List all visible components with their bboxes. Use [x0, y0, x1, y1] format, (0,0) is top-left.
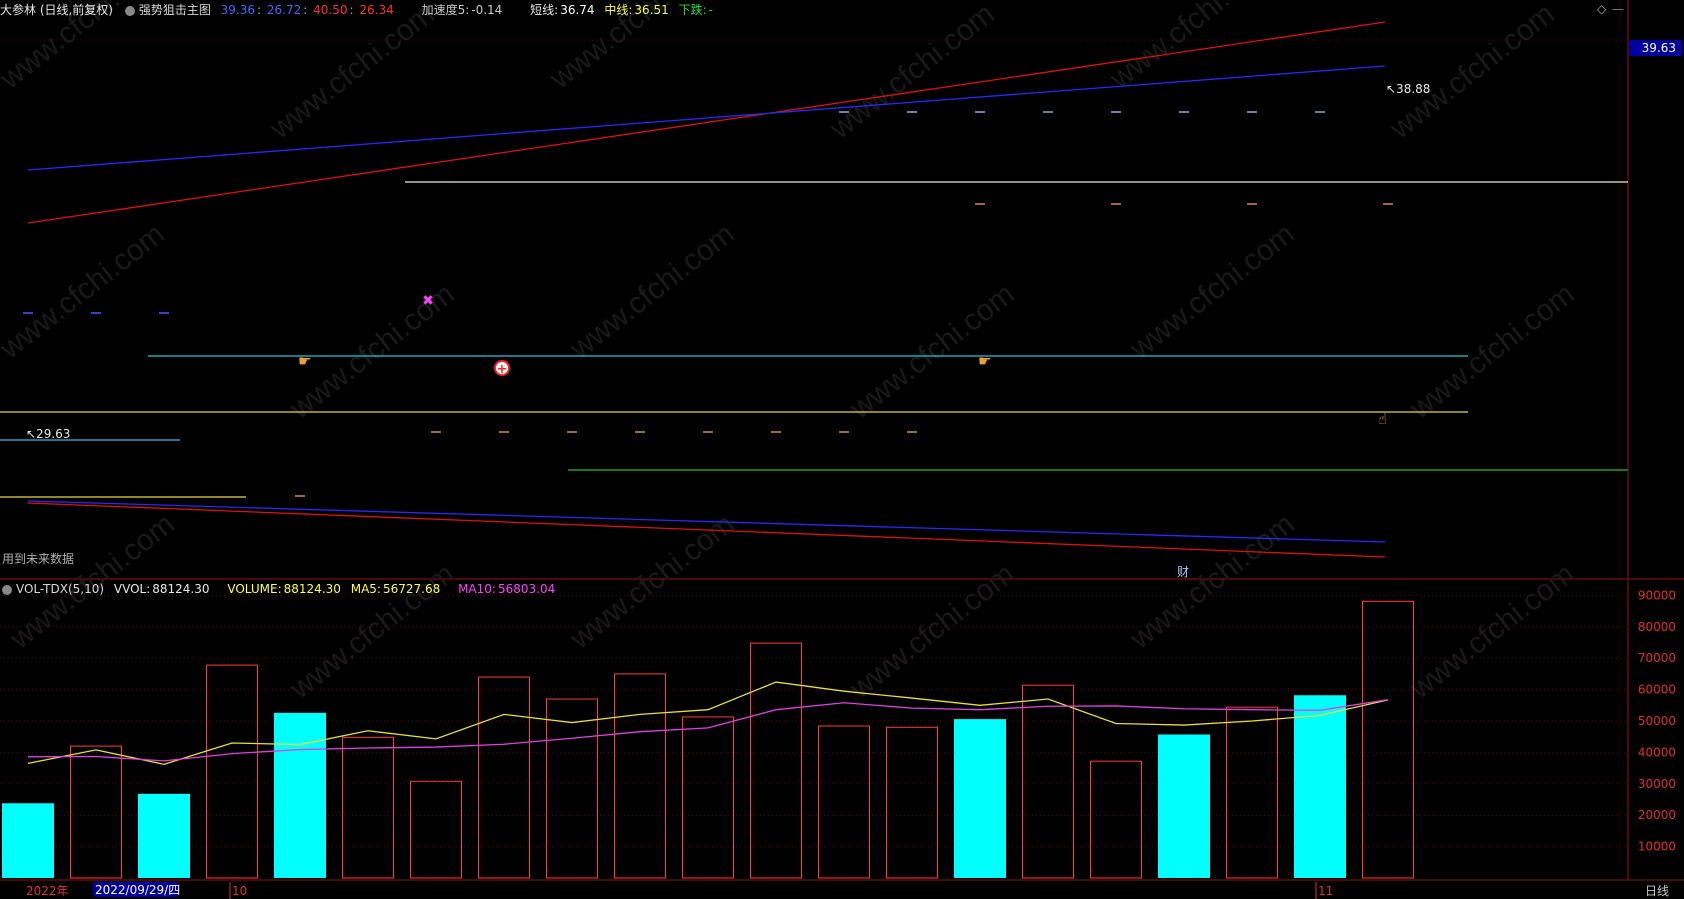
volume-value: 88124.30: [283, 582, 341, 596]
watermark: www.cfchi.com: [823, 0, 1000, 146]
watermark: www.cfchi.com: [843, 277, 1020, 426]
volume-bar[interactable]: [2, 803, 54, 878]
finance-marker[interactable]: 财: [1177, 565, 1189, 579]
volume-axis-label: 50000: [1638, 714, 1676, 728]
vvol-label: VVOL:: [113, 582, 151, 596]
watermark: www.cfchi.com: [1403, 277, 1580, 426]
high-price-marker: ↖38.88: [1386, 82, 1430, 96]
value-4: 26.34: [359, 3, 394, 17]
volume-bar[interactable]: [1090, 760, 1142, 879]
volume-bar[interactable]: [138, 793, 190, 878]
pink-star-icon: ✖: [422, 293, 434, 309]
minimize-icon[interactable]: —: [1612, 2, 1624, 16]
volume-bar[interactable]: [1158, 734, 1210, 878]
short-label: 短线:: [530, 3, 559, 17]
volume-label: VOLUME:: [227, 582, 282, 596]
diamond-icon[interactable]: ◇: [1597, 2, 1606, 16]
main-header: 大参林 (日线,前复权) 强势狙击主图 39.36: 26.72: 40.50:…: [0, 3, 713, 17]
watermark: www.cfchi.com: [563, 217, 740, 366]
future-data-note: 用到未来数据: [2, 551, 74, 566]
stock-title[interactable]: 大参林 (日线,前复权): [0, 3, 113, 17]
pointer-hand-icon: ☛: [298, 352, 311, 370]
vol-indicator-name[interactable]: VOL-TDX(5,10): [16, 582, 104, 596]
date-cursor-label: 2022/09/29/四: [95, 883, 180, 897]
volume-bar[interactable]: [410, 780, 462, 879]
watermark: www.cfchi.com: [843, 557, 1020, 706]
volume-axis-label: 30000: [1638, 777, 1676, 791]
indicator-dropdown-icon[interactable]: [124, 5, 135, 16]
period-label[interactable]: 日线: [1645, 884, 1669, 898]
pointer-hand-icon: ☝: [1378, 410, 1387, 428]
volume-bar[interactable]: [682, 716, 734, 879]
volume-bar[interactable]: [274, 712, 326, 878]
watermark: www.cfchi.com: [1403, 557, 1580, 706]
volume-bar[interactable]: [614, 673, 666, 879]
volume-bar[interactable]: [1294, 695, 1346, 878]
plus-icon: +: [497, 362, 508, 377]
ma10-label: MA10:: [458, 582, 496, 596]
volume-axis-label: 10000: [1638, 840, 1676, 854]
volume-bar[interactable]: [70, 745, 122, 879]
mid-label: 中线:: [604, 3, 633, 17]
vvol-value: 88124.30: [152, 582, 210, 596]
volume-bar[interactable]: [546, 698, 598, 879]
short-value: 36.74: [560, 3, 595, 17]
ma5-label: MA5:: [350, 582, 381, 596]
upper-blue-trendline: [27, 65, 1386, 171]
ma5-value: 56727.68: [382, 582, 441, 596]
volume-axis-label: 20000: [1638, 808, 1676, 822]
acc-value: -0.14: [471, 3, 503, 17]
chart-canvas: www.cfchi.com www.cfchi.com www.cfchi.com w…: [0, 0, 1684, 899]
ma10-value: 56803.04: [497, 582, 556, 596]
volume-axis-label: 40000: [1638, 745, 1676, 759]
volume-axis-label: 90000: [1638, 588, 1676, 602]
mid-value: 36.51: [634, 3, 669, 17]
date-year-label: 2022年: [26, 884, 69, 898]
volume-bar[interactable]: [750, 642, 802, 879]
volume-bar[interactable]: [1022, 684, 1074, 879]
watermark: www.cfchi.com: [0, 217, 171, 366]
pointer-hand-icon: ☛: [978, 352, 991, 370]
volume-bar[interactable]: [342, 736, 394, 879]
value-3: 40.50: [313, 3, 348, 17]
watermark: www.cfchi.com: [1383, 0, 1560, 146]
low-price-marker: ↖29.63: [26, 427, 70, 441]
month-label-11: 11: [1318, 884, 1333, 898]
volume-dropdown-icon[interactable]: [2, 584, 12, 595]
current-price-label: 39.63: [1642, 41, 1676, 55]
watermark: www.cfchi.com: [1103, 0, 1280, 96]
watermark: www.cfchi.com: [1123, 507, 1300, 656]
down-value: -: [708, 3, 713, 17]
month-label-10: 10: [232, 884, 247, 898]
acc-label: 加速度5:: [421, 3, 470, 17]
volume-axis-label: 80000: [1638, 620, 1676, 634]
upper-red-trendline: [27, 21, 1386, 224]
volume-bar[interactable]: [886, 726, 938, 879]
indicator-name[interactable]: 强势狙击主图: [139, 3, 211, 17]
value-2: 26.72: [266, 3, 302, 17]
volume-bar[interactable]: [954, 719, 1006, 878]
volume-bar[interactable]: [478, 676, 530, 879]
volume-bar[interactable]: [206, 664, 258, 879]
volume-bar[interactable]: [1226, 706, 1278, 879]
volume-header: VOL-TDX(5,10) VVOL: 88124.30 VOLUME: 88124…: [0, 579, 561, 599]
down-label: 下跌:: [678, 3, 707, 17]
watermark: www.cfchi.com: [1123, 217, 1300, 366]
watermark: www.cfchi.com: [263, 0, 440, 146]
value-1: 39.36: [220, 3, 256, 17]
volume-axis-label: 60000: [1638, 683, 1676, 697]
volume-bar[interactable]: [818, 725, 870, 879]
volume-axis-label: 70000: [1638, 651, 1676, 665]
volume-bar[interactable]: [1362, 600, 1414, 879]
